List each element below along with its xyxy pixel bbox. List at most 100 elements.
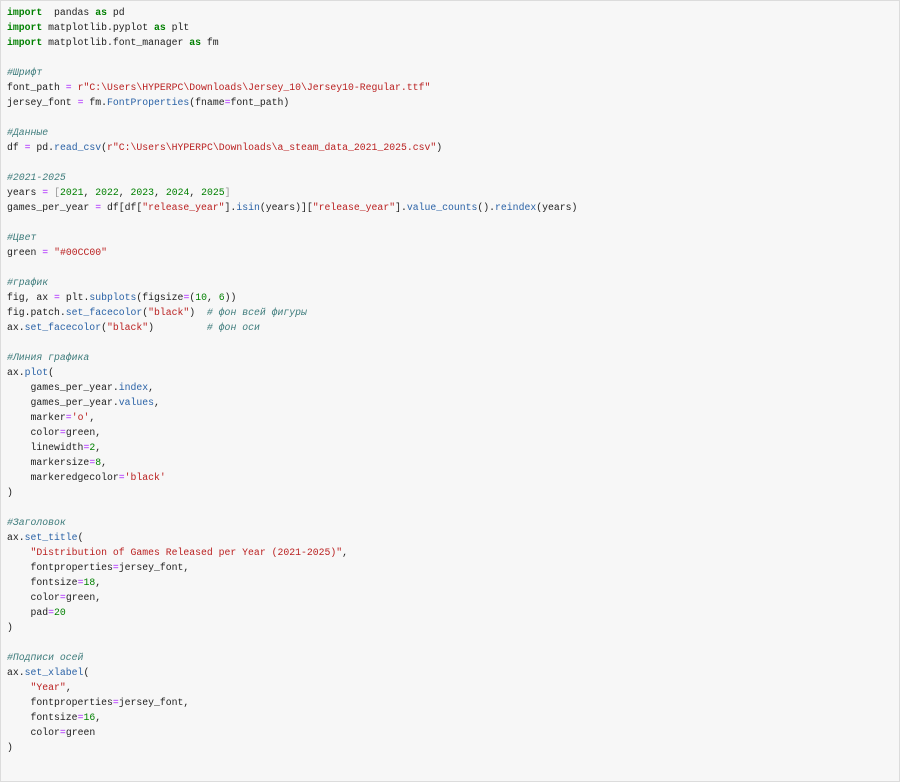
code-token: green xyxy=(65,727,96,738)
code-token: 2023 xyxy=(130,187,155,198)
code-token: fig, ax xyxy=(7,292,55,303)
code-token: as xyxy=(189,37,202,48)
code-token: "release_year" xyxy=(142,202,225,213)
code-token: )) xyxy=(224,292,237,303)
code-line[interactable]: color=green, xyxy=(7,425,577,440)
code-token: ax. xyxy=(7,532,25,543)
code-token: #2021-2025 xyxy=(7,172,66,183)
code-token: fontproperties xyxy=(7,562,113,573)
code-line[interactable]: import pandas as pd xyxy=(7,5,577,20)
code-line[interactable]: linewidth=2, xyxy=(7,440,577,455)
code-line[interactable]: #Подписи осей xyxy=(7,650,577,665)
code-line[interactable]: import matplotlib.font_manager as fm xyxy=(7,35,577,50)
code-token: jersey_font, xyxy=(118,697,190,708)
code-line[interactable]: fig.patch.set_facecolor("black") # фон в… xyxy=(7,305,577,320)
code-line[interactable]: #Цвет xyxy=(7,230,577,245)
code-line[interactable] xyxy=(7,500,577,515)
code-line[interactable] xyxy=(7,215,577,230)
code-token: df[df[ xyxy=(101,202,143,213)
code-token: "black" xyxy=(148,307,190,318)
code-line[interactable]: fontproperties=jersey_font, xyxy=(7,695,577,710)
code-token: markeredgecolor xyxy=(7,472,119,483)
code-token: (figsize xyxy=(136,292,184,303)
code-token: color xyxy=(7,427,60,438)
code-token: #Шрифт xyxy=(7,67,43,78)
code-token: fontproperties xyxy=(7,697,113,708)
code-line[interactable]: color=green, xyxy=(7,590,577,605)
code-line[interactable]: #Данные xyxy=(7,125,577,140)
code-token: ]. xyxy=(224,202,237,213)
code-token: 'o' xyxy=(71,412,90,423)
code-line[interactable]: markeredgecolor='black' xyxy=(7,470,577,485)
code-line[interactable]: ax.set_facecolor("black") # фон оси xyxy=(7,320,577,335)
code-token: , xyxy=(189,187,202,198)
code-line[interactable]: pad=20 xyxy=(7,605,577,620)
code-line[interactable]: #Шрифт xyxy=(7,65,577,80)
code-line[interactable]: fontproperties=jersey_font, xyxy=(7,560,577,575)
code-line[interactable] xyxy=(7,335,577,350)
code-token: , xyxy=(101,457,107,468)
code-token: ( xyxy=(48,367,55,378)
code-token: import xyxy=(7,7,43,18)
code-token: markersize xyxy=(7,457,90,468)
code-token: , xyxy=(342,547,349,558)
code-line[interactable]: #график xyxy=(7,275,577,290)
code-line[interactable]: #Линия графика xyxy=(7,350,577,365)
code-line[interactable]: ) xyxy=(7,485,577,500)
code-line[interactable]: marker='o', xyxy=(7,410,577,425)
code-line[interactable]: #Заголовок xyxy=(7,515,577,530)
code-line[interactable]: ax.plot( xyxy=(7,365,577,380)
code-cell[interactable]: import pandas as pd import matplotlib.pyp… xyxy=(0,0,900,782)
code-token: marker xyxy=(7,412,66,423)
code-token: index xyxy=(118,382,149,393)
code-token: 2022 xyxy=(95,187,119,198)
code-token: , xyxy=(153,397,160,408)
code-editor[interactable]: import pandas as pd import matplotlib.pyp… xyxy=(7,5,577,755)
code-token: (). xyxy=(477,202,496,213)
code-line[interactable]: fontsize=18, xyxy=(7,575,577,590)
code-token: 20 xyxy=(54,607,66,618)
code-token: green, xyxy=(65,592,102,603)
code-line[interactable] xyxy=(7,110,577,125)
code-line[interactable]: "Year", xyxy=(7,680,577,695)
code-token: r"C:\Users\HYPERPC\Downloads\Jersey_10\J… xyxy=(77,82,431,93)
code-token: , xyxy=(118,187,131,198)
code-line[interactable]: markersize=8, xyxy=(7,455,577,470)
code-line[interactable] xyxy=(7,155,577,170)
code-token: (years)][ xyxy=(259,202,313,213)
code-token: import xyxy=(7,22,43,33)
code-line[interactable]: ) xyxy=(7,740,577,755)
code-line[interactable]: #2021-2025 xyxy=(7,170,577,185)
code-line[interactable]: ) xyxy=(7,620,577,635)
code-line[interactable]: ax.set_title( xyxy=(7,530,577,545)
code-line[interactable]: years = [2021, 2022, 2023, 2024, 2025] xyxy=(7,185,577,200)
code-line[interactable]: import matplotlib.pyplot as plt xyxy=(7,20,577,35)
code-line[interactable] xyxy=(7,260,577,275)
code-line[interactable]: color=green xyxy=(7,725,577,740)
code-token: ]. xyxy=(395,202,407,213)
code-line[interactable]: jersey_font = fm.FontProperties(fname=fo… xyxy=(7,95,577,110)
code-line[interactable]: fontsize=16, xyxy=(7,710,577,725)
code-line[interactable] xyxy=(7,50,577,65)
code-token: "Distribution of Games Released per Year… xyxy=(30,547,343,558)
code-line[interactable]: games_per_year = df[df["release_year"].i… xyxy=(7,200,577,215)
code-token: ) xyxy=(7,487,13,498)
code-token: # фон всей фигуры xyxy=(206,307,307,318)
code-line[interactable]: ax.set_xlabel( xyxy=(7,665,577,680)
code-line[interactable]: font_path = r"C:\Users\HYPERPC\Downloads… xyxy=(7,80,577,95)
code-line[interactable]: "Distribution of Games Released per Year… xyxy=(7,545,577,560)
code-token: fm xyxy=(201,37,219,48)
code-line[interactable]: games_per_year.index, xyxy=(7,380,577,395)
code-line[interactable]: green = "#00CC00" xyxy=(7,245,577,260)
code-token: "black" xyxy=(106,322,149,333)
code-line[interactable]: games_per_year.values, xyxy=(7,395,577,410)
code-token: fontsize xyxy=(7,577,78,588)
code-token: ) xyxy=(7,622,13,633)
code-token: value_counts xyxy=(406,202,478,213)
code-line[interactable]: fig, ax = plt.subplots(figsize=(10, 6)) xyxy=(7,290,577,305)
code-line[interactable]: df = pd.read_csv(r"C:\Users\HYPERPC\Down… xyxy=(7,140,577,155)
code-token: "#00CC00" xyxy=(54,247,107,258)
code-line[interactable] xyxy=(7,635,577,650)
